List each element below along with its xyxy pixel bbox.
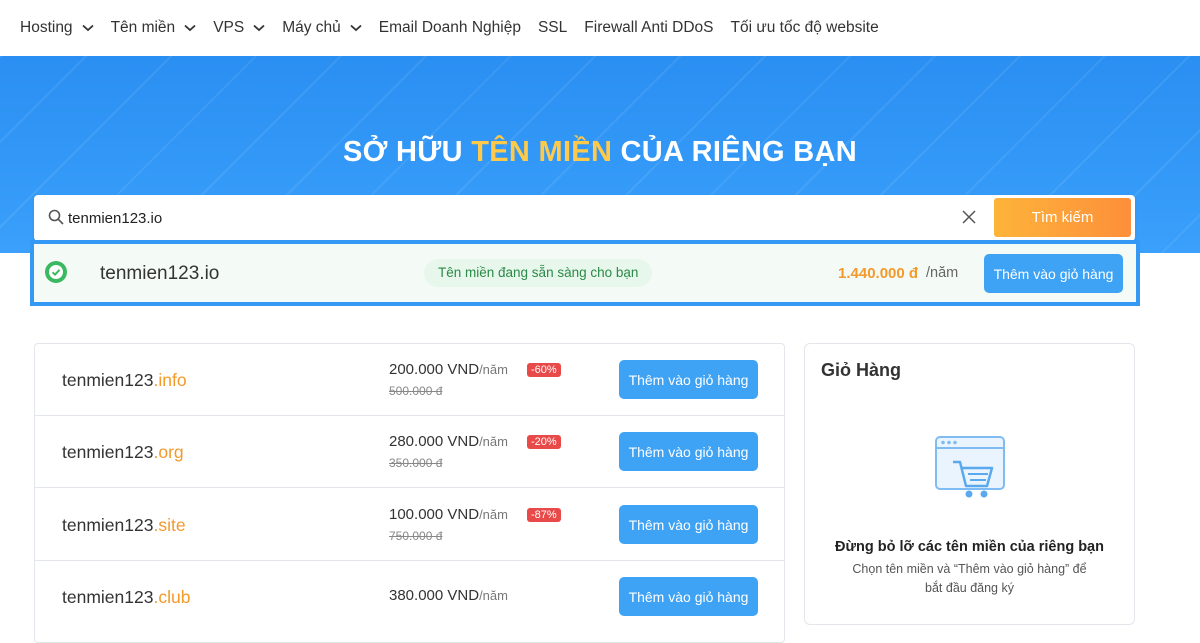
add-to-cart-button[interactable]: Thêm vào giỏ hàng bbox=[619, 577, 758, 616]
nav-item-label: Tên miền bbox=[110, 19, 176, 36]
nav-item-speed[interactable]: Tối ưu tốc độ website bbox=[731, 19, 879, 37]
domain-name: tenmien123.site bbox=[62, 515, 186, 536]
cart-title: Giỏ Hàng bbox=[821, 360, 901, 380]
nav-item-firewall[interactable]: Firewall Anti DDoS bbox=[584, 19, 713, 37]
domain-price: 100.000 VND/năm bbox=[389, 506, 508, 523]
nav-item-hosting[interactable]: Hosting bbox=[20, 19, 94, 37]
add-to-cart-button[interactable]: Thêm vào giỏ hàng bbox=[619, 505, 758, 544]
cart-empty-description: Chọn tên miền và “Thêm vào giỏ hàng” để … bbox=[852, 562, 1087, 595]
price-value: 200.000 VND bbox=[389, 361, 480, 378]
check-circle-icon bbox=[45, 261, 67, 283]
domain-extension: .site bbox=[153, 515, 186, 535]
domain-name: tenmien123.info bbox=[62, 370, 187, 391]
domain-price: 200.000 VND/năm bbox=[389, 361, 508, 378]
cart-empty-title: Đừng bỏ lỡ các tên miền của riêng bạn bbox=[835, 539, 1104, 555]
price-unit: /năm bbox=[479, 434, 508, 449]
price-unit: /năm bbox=[479, 507, 508, 522]
add-to-cart-button[interactable]: Thêm vào giỏ hàng bbox=[984, 254, 1123, 293]
nav-item-vps[interactable]: VPS bbox=[213, 19, 265, 37]
result-price-unit: /năm bbox=[926, 265, 959, 281]
nav-item-label: Máy chủ bbox=[282, 19, 341, 36]
domain-price: 280.000 VND/năm bbox=[389, 433, 508, 450]
old-price: 350.000 đ bbox=[389, 456, 443, 470]
search-result: tenmien123.io Tên miền đang sẵn sàng cho… bbox=[30, 240, 1140, 306]
domain-base: tenmien123 bbox=[62, 587, 154, 607]
price-unit: /năm bbox=[479, 588, 508, 603]
domain-base: tenmien123 bbox=[62, 515, 154, 535]
nav-item-ssl[interactable]: SSL bbox=[538, 19, 567, 37]
price-value: 100.000 VND bbox=[389, 506, 480, 523]
chevron-down-icon bbox=[350, 24, 362, 32]
search-button[interactable]: Tìm kiếm bbox=[994, 198, 1131, 237]
domain-base: tenmien123 bbox=[62, 442, 154, 462]
chevron-down-icon bbox=[253, 24, 265, 32]
close-icon[interactable] bbox=[962, 210, 976, 224]
nav-item-label: Email Doanh Nghiệp bbox=[378, 19, 521, 36]
cart-panel: Giỏ Hàng Đừng bỏ lỡ các tên miền của riê… bbox=[804, 343, 1135, 625]
add-to-cart-button[interactable]: Thêm vào giỏ hàng bbox=[619, 432, 758, 471]
hero-title-highlight: TÊN MIỀN bbox=[471, 136, 613, 168]
domain-row-org: tenmien123.org 280.000 VND/năm 350.000 đ… bbox=[35, 416, 784, 488]
old-price: 750.000 đ bbox=[389, 529, 443, 543]
domain-search-bar: Tìm kiếm bbox=[34, 195, 1135, 241]
nav-item-label: Tối ưu tốc độ website bbox=[730, 19, 879, 36]
discount-badge: -20% bbox=[527, 435, 561, 449]
hero-title-after: CỦA RIÊNG BẠN bbox=[612, 136, 857, 168]
price-unit: /năm bbox=[479, 362, 508, 377]
price-value: 280.000 VND bbox=[389, 433, 480, 450]
domain-search-input[interactable] bbox=[68, 203, 948, 233]
result-price: 1.440.000 đ bbox=[838, 265, 919, 282]
nav-item-label: VPS bbox=[213, 19, 245, 36]
availability-badge: Tên miền đang sẵn sàng cho bạn bbox=[424, 259, 653, 287]
price-value: 380.000 VND bbox=[389, 587, 480, 604]
domain-extension: .info bbox=[153, 370, 187, 390]
discount-badge: -87% bbox=[527, 508, 561, 522]
add-to-cart-button[interactable]: Thêm vào giỏ hàng bbox=[619, 360, 758, 399]
nav-item-server[interactable]: Máy chủ bbox=[282, 19, 362, 37]
domain-base: tenmien123 bbox=[62, 370, 154, 390]
empty-cart-icon bbox=[935, 436, 1005, 498]
domain-extension: .org bbox=[153, 442, 184, 462]
chevron-down-icon bbox=[81, 24, 94, 32]
top-nav: Hosting Tên miền VPS Máy chủ Email Doanh… bbox=[0, 0, 1200, 56]
domain-name: tenmien123.org bbox=[62, 442, 184, 463]
domain-suggestion-list: tenmien123.info 200.000 VND/năm 500.000 … bbox=[34, 343, 785, 643]
old-price: 500.000 đ bbox=[389, 384, 443, 398]
hero-title: SỞ HỮU TÊN MIỀN CỦA RIÊNG BẠN bbox=[0, 136, 1200, 169]
domain-row-info: tenmien123.info 200.000 VND/năm 500.000 … bbox=[35, 344, 784, 416]
domain-price: 380.000 VND/năm bbox=[389, 587, 508, 604]
result-domain-name: tenmien123.io bbox=[100, 263, 220, 284]
nav-item-domain[interactable]: Tên miền bbox=[111, 19, 197, 37]
nav-item-label: Firewall Anti DDoS bbox=[584, 19, 714, 36]
nav-item-label: SSL bbox=[537, 19, 568, 36]
hero-title-before: SỞ HỮU bbox=[342, 136, 472, 168]
domain-name: tenmien123.club bbox=[62, 587, 190, 608]
discount-badge: -60% bbox=[527, 363, 561, 377]
nav-item-email[interactable]: Email Doanh Nghiệp bbox=[379, 19, 521, 37]
domain-extension: .club bbox=[153, 587, 191, 607]
search-icon bbox=[48, 209, 64, 225]
domain-row-site: tenmien123.site 100.000 VND/năm 750.000 … bbox=[35, 489, 784, 561]
domain-row-club: tenmien123.club 380.000 VND/năm Thêm vào… bbox=[35, 561, 784, 633]
chevron-down-icon bbox=[184, 24, 196, 32]
nav-item-label: Hosting bbox=[20, 19, 73, 36]
